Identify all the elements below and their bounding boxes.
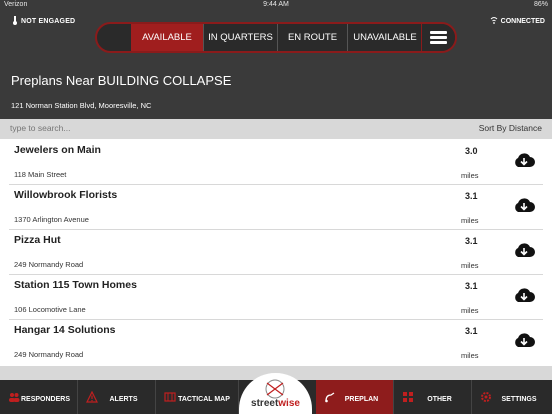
tab-label: PREPLAN [344, 396, 379, 403]
preplan-name: Hangar 14 Solutions [14, 324, 116, 336]
preplan-distance: 3.1 [465, 326, 478, 336]
preplan-name: Station 115 Town Homes [14, 279, 137, 291]
preplan-name: Jewelers on Main [14, 144, 101, 156]
engagement-status: NOT ENGAGED [21, 18, 76, 25]
preplan-address: 118 Main Street [14, 170, 67, 179]
page-title: Preplans Near BUILDING COLLAPSE [11, 73, 232, 88]
search-input[interactable] [10, 123, 310, 133]
search-bar: Sort By Distance [0, 119, 552, 139]
logo-text-street: street [251, 398, 279, 409]
unit-status-selector: AVAILABLE IN QUARTERS EN ROUTE UNAVAILAB… [95, 22, 457, 53]
status-in-quarters-button[interactable]: IN QUARTERS [203, 24, 277, 51]
cloud-download-icon[interactable] [512, 287, 536, 305]
status-available-button[interactable]: AVAILABLE [131, 24, 203, 51]
compass-logo-icon [265, 379, 285, 399]
list-item[interactable]: Station 115 Town Homes 106 Locomotive La… [9, 275, 543, 320]
wifi-icon [490, 17, 498, 24]
list-item[interactable]: Willowbrook Florists 1370 Arlington Aven… [9, 185, 543, 230]
incident-address: 121 Norman Station Blvd, Mooresville, NC [11, 101, 152, 110]
list-item[interactable]: Pizza Hut 249 Normandy Road 3.1 miles [9, 230, 543, 275]
tab-label: SETTINGS [501, 396, 537, 403]
preplan-list: Jewelers on Main 118 Main Street 3.0 mil… [9, 140, 543, 366]
battery-level: 86% [533, 1, 548, 8]
top-bar: NOT ENGAGED CONNECTED AVAILABLE IN QUART… [0, 10, 552, 63]
preplan-distance: 3.1 [465, 191, 478, 201]
tab-other[interactable]: OTHER [394, 380, 472, 414]
tab-settings[interactable]: SETTINGS [472, 380, 552, 414]
tab-label: RESPONDERS [20, 396, 70, 403]
tab-alerts[interactable]: ALERTS [78, 380, 156, 414]
distance-unit: miles [461, 216, 479, 225]
engagement-indicator[interactable]: NOT ENGAGED [12, 16, 75, 25]
distance-unit: miles [461, 171, 479, 180]
status-en-route-button[interactable]: EN ROUTE [277, 24, 347, 51]
distance-unit: miles [461, 351, 479, 360]
preplan-address: 106 Locomotive Lane [14, 305, 86, 314]
thermometer-icon [13, 16, 17, 25]
sort-selector[interactable]: Sort By Distance [479, 123, 542, 133]
cloud-download-icon[interactable] [512, 152, 536, 170]
preplan-distance: 3.1 [465, 236, 478, 246]
cloud-download-icon[interactable] [512, 197, 536, 215]
preplan-distance: 3.1 [465, 281, 478, 291]
cloud-download-icon[interactable] [512, 332, 536, 350]
preplan-distance: 3.0 [465, 146, 478, 156]
preplan-name: Willowbrook Florists [14, 189, 118, 201]
cloud-download-icon[interactable] [512, 242, 536, 260]
tab-label: TACTICAL MAP [178, 396, 230, 403]
tab-responders[interactable]: RESPONDERS [0, 380, 78, 414]
connection-status: CONNECTED [500, 18, 545, 25]
hamburger-menu-icon[interactable] [421, 24, 455, 51]
logo-text-wise: wise [278, 398, 300, 409]
page-header: Preplans Near BUILDING COLLAPSE 121 Norm… [0, 63, 552, 119]
list-item[interactable]: Hangar 14 Solutions 249 Normandy Road 3.… [9, 320, 543, 365]
preplan-address: 249 Normandy Road [14, 260, 84, 269]
ios-status-bar: Verizon 9:44 AM 86% [0, 0, 552, 10]
tab-label: OTHER [427, 396, 452, 403]
distance-unit: miles [461, 306, 479, 315]
preplan-address: 249 Normandy Road [14, 350, 84, 359]
preplan-name: Pizza Hut [14, 234, 61, 246]
connection-indicator: CONNECTED [490, 16, 545, 25]
tab-preplan[interactable]: PREPLAN [316, 380, 394, 414]
tab-tactical-map[interactable]: TACTICAL MAP [156, 380, 239, 414]
preplan-address: 1370 Arlington Avenue [14, 215, 89, 224]
status-unavailable-button[interactable]: UNAVAILABLE [347, 24, 422, 51]
tab-label: ALERTS [109, 396, 138, 403]
list-item[interactable]: Jewelers on Main 118 Main Street 3.0 mil… [9, 140, 543, 185]
distance-unit: miles [461, 261, 479, 270]
clock: 9:44 AM [263, 1, 289, 8]
